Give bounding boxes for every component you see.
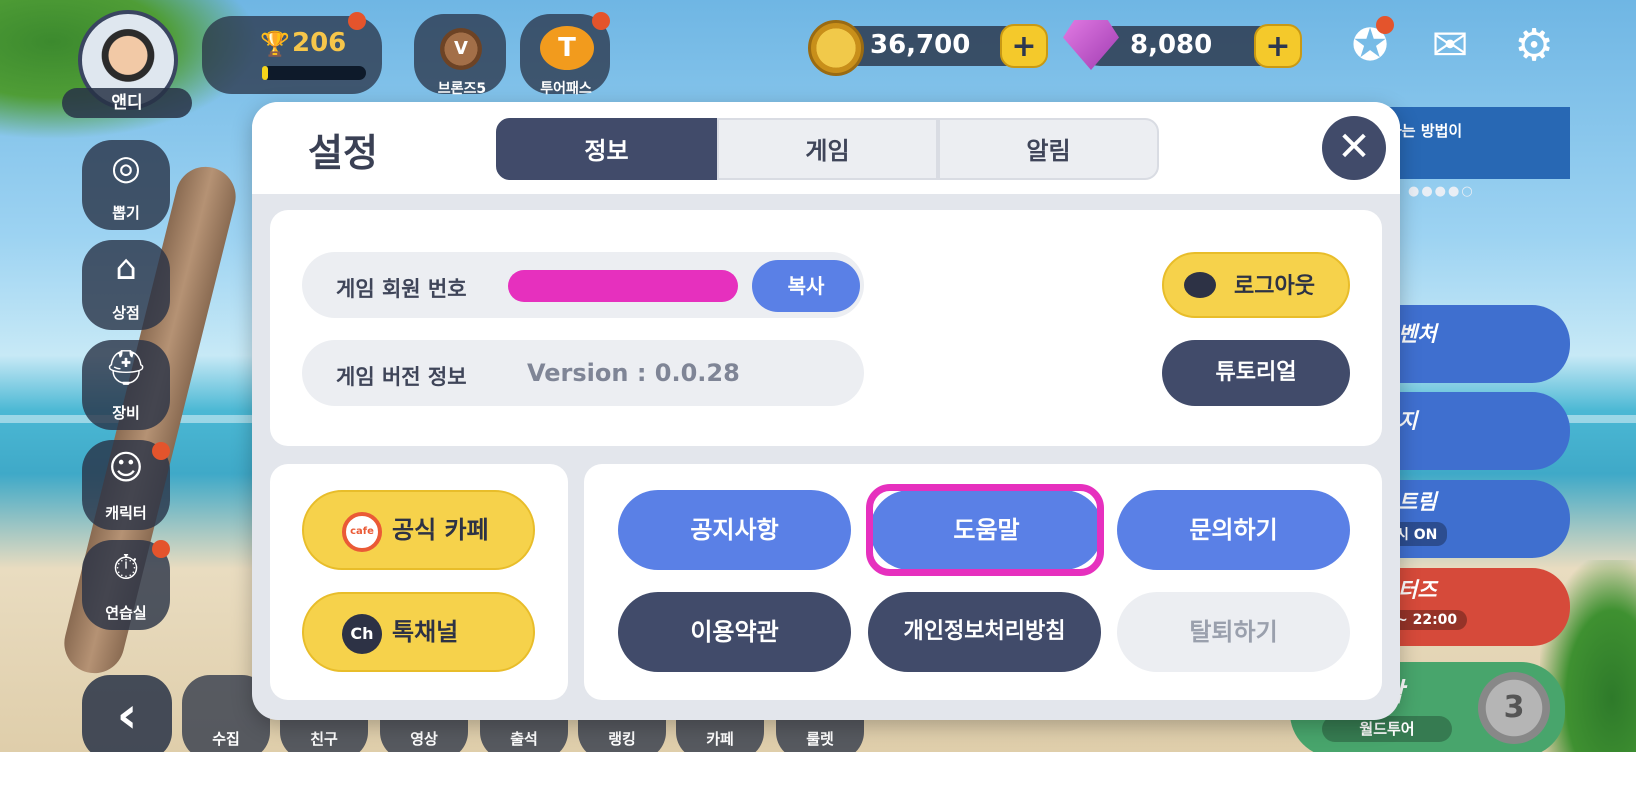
side-menu-equipment[interactable]: ⛑ 장비 xyxy=(82,340,170,430)
notification-dot xyxy=(152,442,170,460)
terms-button[interactable]: 이용약관 xyxy=(618,592,851,672)
version-value: Version : 0.0.28 xyxy=(527,359,740,387)
kakao-channel-icon: Ch xyxy=(342,614,382,654)
gem-amount: 8,080 xyxy=(1130,30,1213,60)
notification-dot xyxy=(1376,16,1394,34)
bottom-label: 룰렛 xyxy=(806,730,834,748)
settings-gear-icon[interactable]: ⚙ xyxy=(1504,16,1564,76)
add-coins-button[interactable]: + xyxy=(1000,24,1048,68)
official-cafe-button[interactable]: cafe 공식 카페 xyxy=(302,490,535,570)
logout-label: 로그아웃 xyxy=(1234,274,1315,299)
tourpass-icon: T xyxy=(540,26,594,70)
back-button[interactable]: ‹ xyxy=(82,675,172,760)
mail-icon[interactable]: ✉ xyxy=(1420,16,1480,76)
tutorial-button[interactable]: 튜토리얼 xyxy=(1162,340,1350,406)
talk-channel-button[interactable]: Ch 톡채널 xyxy=(302,592,535,672)
bottom-label: 친구 xyxy=(310,730,338,748)
bottom-label: 영상 xyxy=(410,730,438,748)
member-id-label: 게임 회원 번호 xyxy=(336,277,467,301)
tourpass-label: 투어패스 xyxy=(540,81,592,97)
ticket-count-badge: 3 xyxy=(1478,672,1550,744)
notice-button[interactable]: 공지사항 xyxy=(618,490,851,570)
tab-notification[interactable]: 알림 xyxy=(938,118,1159,180)
bottom-label: 출석 xyxy=(510,730,538,748)
inquiry-button[interactable]: 문의하기 xyxy=(1117,490,1350,570)
close-button[interactable]: ✕ xyxy=(1322,116,1386,180)
help-button-highlight xyxy=(866,484,1104,576)
bronze-medal-icon: V xyxy=(440,28,482,70)
bottom-label: 카페 xyxy=(706,730,734,748)
screen-bottom-edge xyxy=(0,752,1636,790)
notification-dot xyxy=(592,12,610,30)
official-cafe-label: 공식 카페 xyxy=(392,516,489,544)
copy-button[interactable]: 복사 xyxy=(752,260,860,312)
bottom-label: 수집 xyxy=(212,730,240,748)
coin-icon xyxy=(808,20,864,76)
target-icon: ◎ xyxy=(111,148,141,188)
side-menu-label: 상점 xyxy=(112,304,140,322)
tab-game[interactable]: 게임 xyxy=(717,118,938,180)
talk-channel-label: 톡채널 xyxy=(392,618,459,646)
member-id-value-redacted xyxy=(508,270,738,302)
event-title: 벤처 xyxy=(1398,322,1437,346)
notification-dot xyxy=(152,540,170,558)
account-info-panel xyxy=(270,210,1382,446)
coin-amount: 36,700 xyxy=(870,30,971,60)
event-title: 지 xyxy=(1398,409,1418,433)
trophy-progress-bar xyxy=(262,66,366,80)
trophy-count: 206 xyxy=(292,28,347,58)
shop-icon: ⌂ xyxy=(115,248,137,288)
modal-title: 설정 xyxy=(308,131,378,175)
trophy-icon: 🏆 xyxy=(260,30,290,58)
side-menu-label: 뽑기 xyxy=(112,204,140,222)
logout-button[interactable]: 로그아웃 xyxy=(1162,252,1350,318)
event-title: 터즈 xyxy=(1398,578,1437,602)
side-menu-label: 연습실 xyxy=(105,604,147,622)
side-menu-label: 캐릭터 xyxy=(105,504,147,522)
trophy-progress-fill xyxy=(262,66,268,80)
player-name: 앤디 xyxy=(62,88,192,118)
version-label: 게임 버전 정보 xyxy=(336,365,467,389)
cafe-icon: cafe xyxy=(342,512,382,552)
side-menu-draw[interactable]: ◎ 뽑기 xyxy=(82,140,170,230)
event-title: 트림 xyxy=(1398,490,1437,514)
withdraw-button[interactable]: 탈퇴하기 xyxy=(1117,592,1350,672)
add-gems-button[interactable]: + xyxy=(1254,24,1302,68)
tab-info[interactable]: 정보 xyxy=(496,118,717,180)
rank-label: 브론즈5 xyxy=(437,81,487,97)
side-menu-label: 장비 xyxy=(112,404,140,422)
bottom-label: 랭킹 xyxy=(608,730,636,748)
gear-equipment-icon: ⛑ xyxy=(104,348,148,388)
banner-page-dots: ●●●●○ xyxy=(1408,184,1475,199)
kakao-chat-icon xyxy=(1184,272,1216,298)
privacy-policy-button[interactable]: 개인정보처리방침 xyxy=(868,592,1101,672)
side-menu-shop[interactable]: ⌂ 상점 xyxy=(82,240,170,330)
notification-dot xyxy=(348,12,366,30)
